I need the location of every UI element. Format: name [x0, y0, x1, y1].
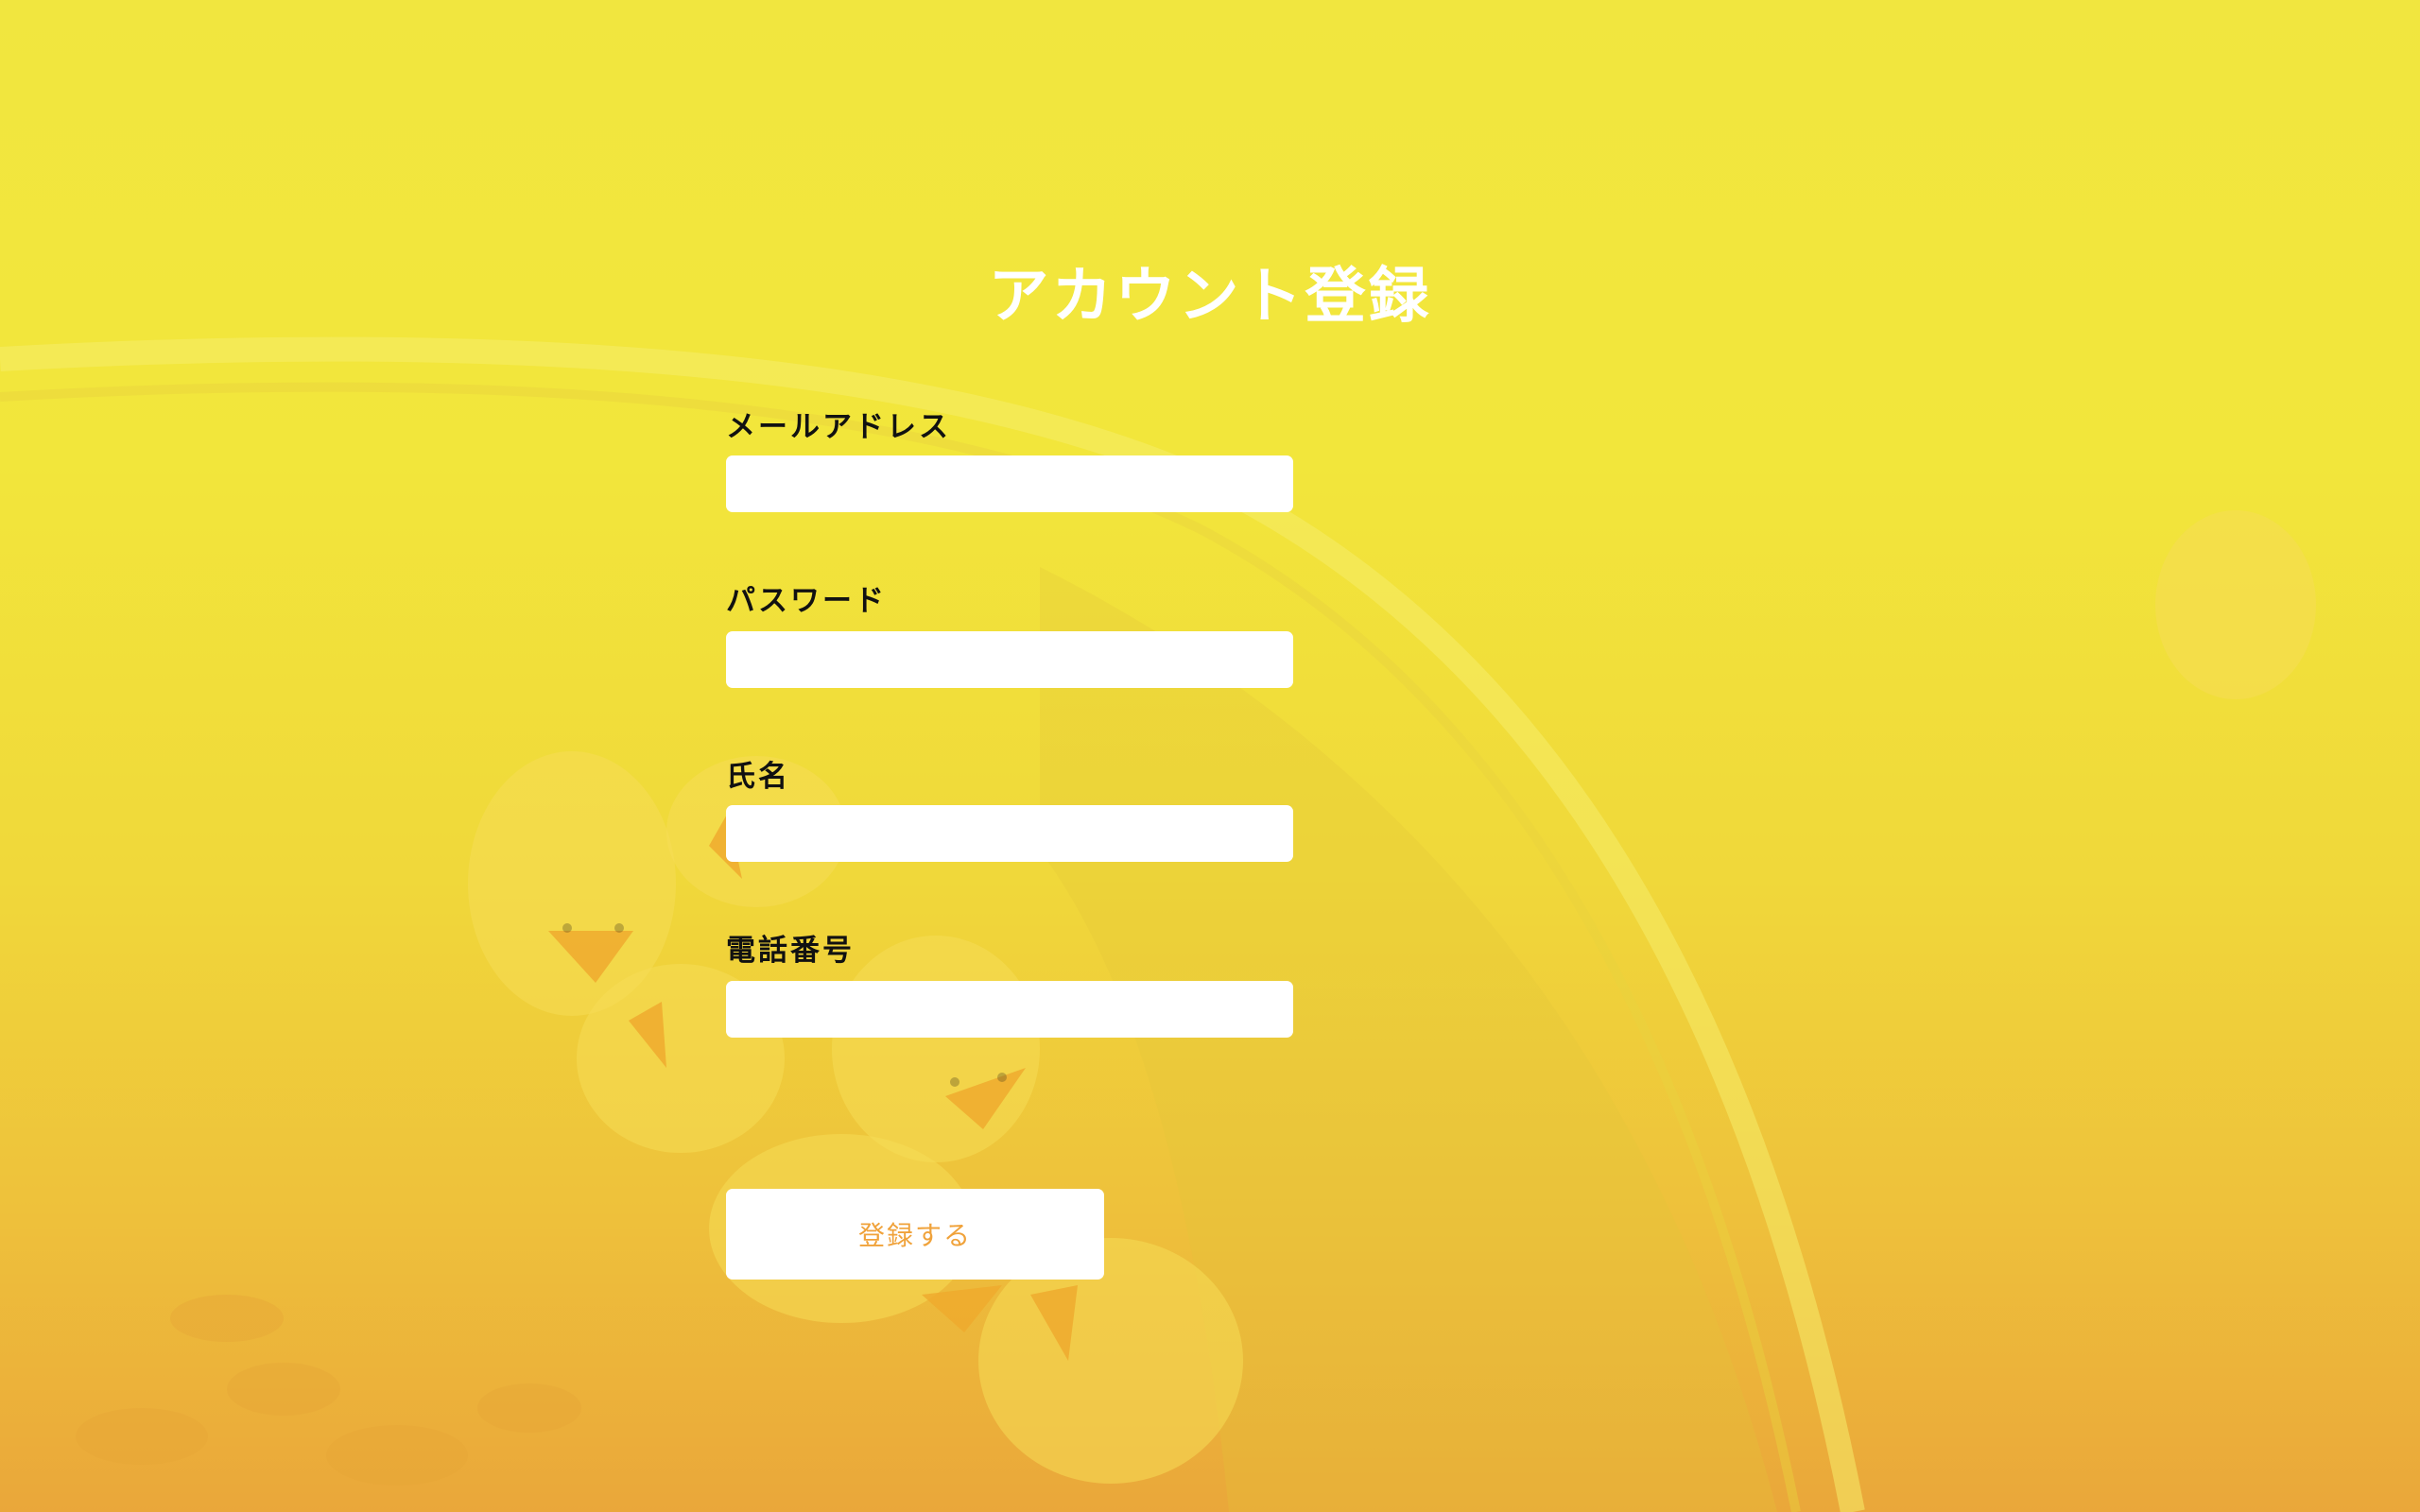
- email-label: メールアドレス: [726, 410, 951, 444]
- phone-field[interactable]: [726, 981, 1293, 1038]
- name-label: 氏名: [726, 760, 790, 794]
- phone-label: 電話番号: [726, 934, 855, 968]
- password-field[interactable]: [726, 631, 1293, 688]
- registration-page: アカウント登録 メールアドレス パスワード 氏名 電話番号 登録する: [0, 0, 2420, 1512]
- name-field[interactable]: [726, 805, 1293, 862]
- password-label: パスワード: [726, 584, 887, 618]
- email-field[interactable]: [726, 455, 1293, 512]
- register-button[interactable]: 登録する: [726, 1189, 1104, 1280]
- page-title: アカウント登録: [988, 262, 1432, 332]
